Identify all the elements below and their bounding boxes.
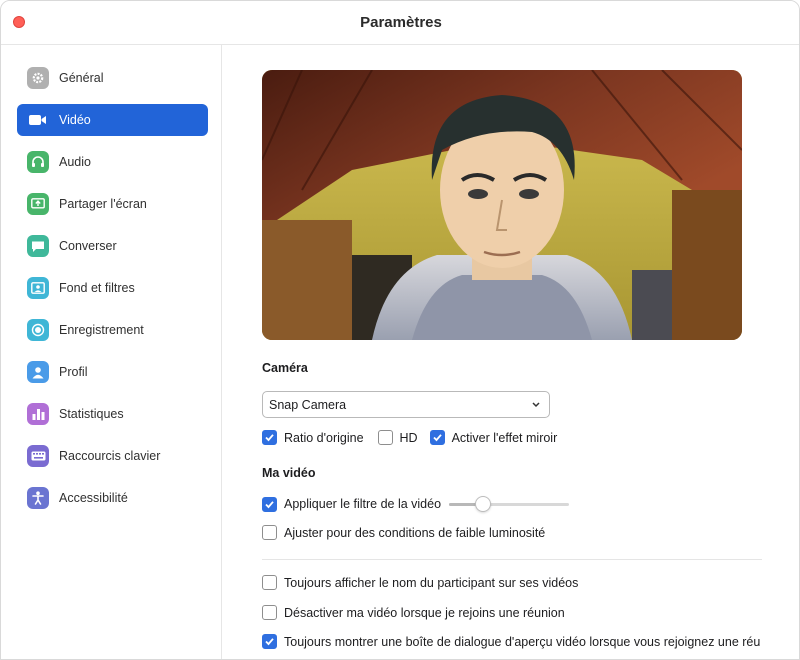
window-title: Paramètres	[360, 14, 442, 31]
video-camera-icon	[27, 109, 49, 131]
low-light-row: Ajuster pour des conditions de faible lu…	[262, 525, 545, 540]
checkmark-icon	[265, 434, 274, 442]
show-names-checkbox[interactable]	[262, 575, 277, 590]
original-ratio-label: Ratio d'origine	[284, 430, 364, 445]
my-video-section-title: Ma vidéo	[262, 466, 316, 480]
headphones-icon	[27, 151, 49, 173]
sidebar-item-audio[interactable]: Audio	[17, 146, 208, 178]
sidebar-item-label: Enregistrement	[59, 323, 144, 337]
sidebar-item-label: Vidéo	[59, 113, 91, 127]
checkmark-icon	[265, 500, 274, 508]
video-filter-slider[interactable]	[449, 496, 570, 512]
sidebar-item-label: Accessibilité	[59, 491, 128, 505]
sidebar-item-profile[interactable]: Profil	[17, 356, 208, 388]
settings-window: Paramètres Général Vidéo Audio Partager …	[0, 0, 800, 660]
slider-thumb[interactable]	[474, 496, 491, 512]
show-names-row: Toujours afficher le nom du participant …	[262, 575, 578, 590]
show-names-label: Toujours afficher le nom du participant …	[284, 575, 579, 590]
preview-dialog-row: Toujours montrer une boîte de dialogue d…	[262, 634, 760, 649]
sidebar: Général Vidéo Audio Partager l'écran Con	[1, 45, 222, 659]
sidebar-item-video[interactable]: Vidéo	[17, 104, 208, 136]
video-settings-panel: Caméra Snap Camera Ratio d'origine HD Ac…	[223, 45, 799, 659]
sidebar-item-chat[interactable]: Converser	[17, 230, 208, 262]
bar-chart-icon	[27, 403, 49, 425]
sidebar-item-accessibility[interactable]: Accessibilité	[17, 482, 208, 514]
sidebar-item-statistics[interactable]: Statistiques	[17, 398, 208, 430]
person-icon	[27, 361, 49, 383]
low-light-label: Ajuster pour des conditions de faible lu…	[284, 525, 546, 540]
video-off-on-join-label: Désactiver ma vidéo lorsque je rejoins u…	[284, 605, 565, 620]
video-filter-row: Appliquer le filtre de la vidéo	[262, 496, 570, 512]
mirror-video-checkbox[interactable]	[429, 430, 445, 445]
checkmark-icon	[432, 434, 442, 442]
sidebar-item-background-filters[interactable]: Fond et filtres	[17, 272, 208, 304]
sidebar-item-label: Profil	[59, 365, 88, 379]
camera-select-value: Snap Camera	[269, 397, 347, 412]
hd-label: HD	[399, 430, 418, 445]
sidebar-item-share-screen[interactable]: Partager l'écran	[17, 188, 208, 220]
video-filter-checkbox[interactable]	[262, 496, 277, 512]
chevron-down-icon	[532, 402, 540, 408]
checkmark-icon	[265, 638, 274, 646]
video-off-on-join-row: Désactiver ma vidéo lorsque je rejoins u…	[262, 605, 565, 620]
camera-options-row: Ratio d'origine HD Activer l'effet miroi…	[262, 430, 557, 445]
low-light-checkbox[interactable]	[262, 525, 277, 540]
sidebar-item-recording[interactable]: Enregistrement	[17, 314, 208, 346]
sidebar-item-general[interactable]: Général	[17, 62, 208, 94]
sidebar-item-label: Audio	[59, 155, 91, 169]
gear-icon	[27, 67, 49, 89]
video-filter-label: Appliquer le filtre de la vidéo	[284, 497, 442, 511]
record-icon	[27, 319, 49, 341]
preview-dialog-label: Toujours montrer une boîte de dialogue d…	[284, 634, 761, 649]
mirror-video-label: Activer l'effet miroir	[451, 430, 558, 445]
title-bar: Paramètres	[1, 1, 799, 45]
video-off-on-join-checkbox[interactable]	[262, 605, 277, 620]
camera-select[interactable]: Snap Camera	[262, 391, 550, 418]
video-preview-image	[262, 70, 742, 340]
sidebar-item-label: Fond et filtres	[59, 281, 135, 295]
preview-dialog-checkbox[interactable]	[262, 634, 277, 649]
accessibility-icon	[27, 487, 49, 509]
original-ratio-checkbox[interactable]	[262, 430, 277, 445]
sidebar-item-keyboard-shortcuts[interactable]: Raccourcis clavier	[17, 440, 208, 472]
sidebar-item-label: Statistiques	[59, 407, 124, 421]
background-filter-icon	[27, 277, 49, 299]
sidebar-item-label: Raccourcis clavier	[59, 449, 161, 463]
sidebar-item-label: Général	[59, 71, 104, 85]
sidebar-item-label: Partager l'écran	[59, 197, 147, 211]
hd-checkbox[interactable]	[377, 430, 393, 445]
camera-section-title: Caméra	[262, 361, 308, 375]
video-preview	[262, 70, 742, 340]
section-divider	[262, 559, 762, 560]
sidebar-item-label: Converser	[59, 239, 117, 253]
keyboard-icon	[27, 445, 49, 467]
chat-bubble-icon	[27, 235, 49, 257]
share-screen-icon	[27, 193, 49, 215]
